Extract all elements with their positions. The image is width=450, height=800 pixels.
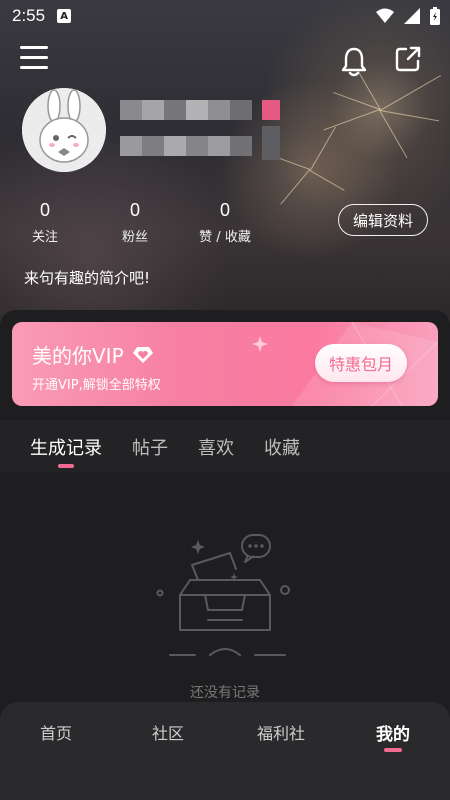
- vip-banner[interactable]: 美的你VIP 开通VIP,解锁全部特权 特惠包月: [12, 322, 438, 406]
- edit-profile-button[interactable]: 编辑资料: [338, 204, 428, 236]
- tab-posts[interactable]: 帖子: [132, 434, 168, 460]
- nav-home[interactable]: 首页: [16, 720, 96, 744]
- diamond-heart-icon: [132, 346, 153, 363]
- share-icon[interactable]: [394, 45, 422, 73]
- tab-active-indicator: [58, 464, 74, 468]
- stat-following-count: 0: [39, 200, 50, 220]
- empty-state-text: 还没有记录: [190, 685, 260, 701]
- stat-likes[interactable]: 0 赞 / 收藏: [185, 200, 265, 245]
- wifi-icon: [376, 8, 394, 23]
- status-time: 2:55: [12, 6, 46, 25]
- rabbit-avatar-icon: [22, 88, 106, 172]
- empty-inbox-icon: [156, 534, 290, 656]
- bell-icon[interactable]: [339, 46, 369, 78]
- signal-icon: [404, 8, 420, 24]
- stat-likes-count: 0: [219, 200, 230, 220]
- battery-icon: [430, 7, 440, 25]
- tab-likes[interactable]: 喜欢: [198, 434, 234, 460]
- nav-community[interactable]: 社区: [128, 720, 208, 744]
- stat-fans[interactable]: 0 粉丝: [95, 200, 175, 245]
- bottom-navigation: 首页 社区 福利社 我的: [0, 702, 450, 800]
- notification-badge: A: [57, 9, 72, 23]
- avatar[interactable]: [22, 88, 106, 172]
- content-tabs: 生成记录 帖子 喜欢 收藏: [0, 420, 450, 472]
- vip-title-row: 美的你VIP: [32, 340, 154, 369]
- vip-subtitle: 开通VIP,解锁全部特权: [32, 378, 161, 393]
- nav-welfare[interactable]: 福利社: [241, 720, 321, 744]
- nav-active-indicator: [384, 748, 402, 752]
- status-bar: 2:55 A: [0, 0, 450, 32]
- stat-fans-label: 粉丝: [121, 230, 148, 245]
- tab-generation-records[interactable]: 生成记录: [30, 434, 102, 460]
- vip-title: 美的你VIP: [32, 344, 124, 368]
- username-blurred: [120, 100, 290, 160]
- stat-likes-label: 赞 / 收藏: [199, 230, 251, 245]
- menu-icon[interactable]: [20, 46, 48, 72]
- nav-mine[interactable]: 我的: [353, 720, 433, 745]
- vip-monthly-offer-button[interactable]: 特惠包月: [315, 344, 407, 382]
- stat-fans-count: 0: [129, 200, 140, 220]
- stat-following-label: 关注: [31, 230, 58, 245]
- tab-favorites[interactable]: 收藏: [264, 434, 300, 460]
- profile-bio[interactable]: 来句有趣的简介吧!: [24, 267, 150, 288]
- stat-following[interactable]: 0 关注: [5, 200, 85, 245]
